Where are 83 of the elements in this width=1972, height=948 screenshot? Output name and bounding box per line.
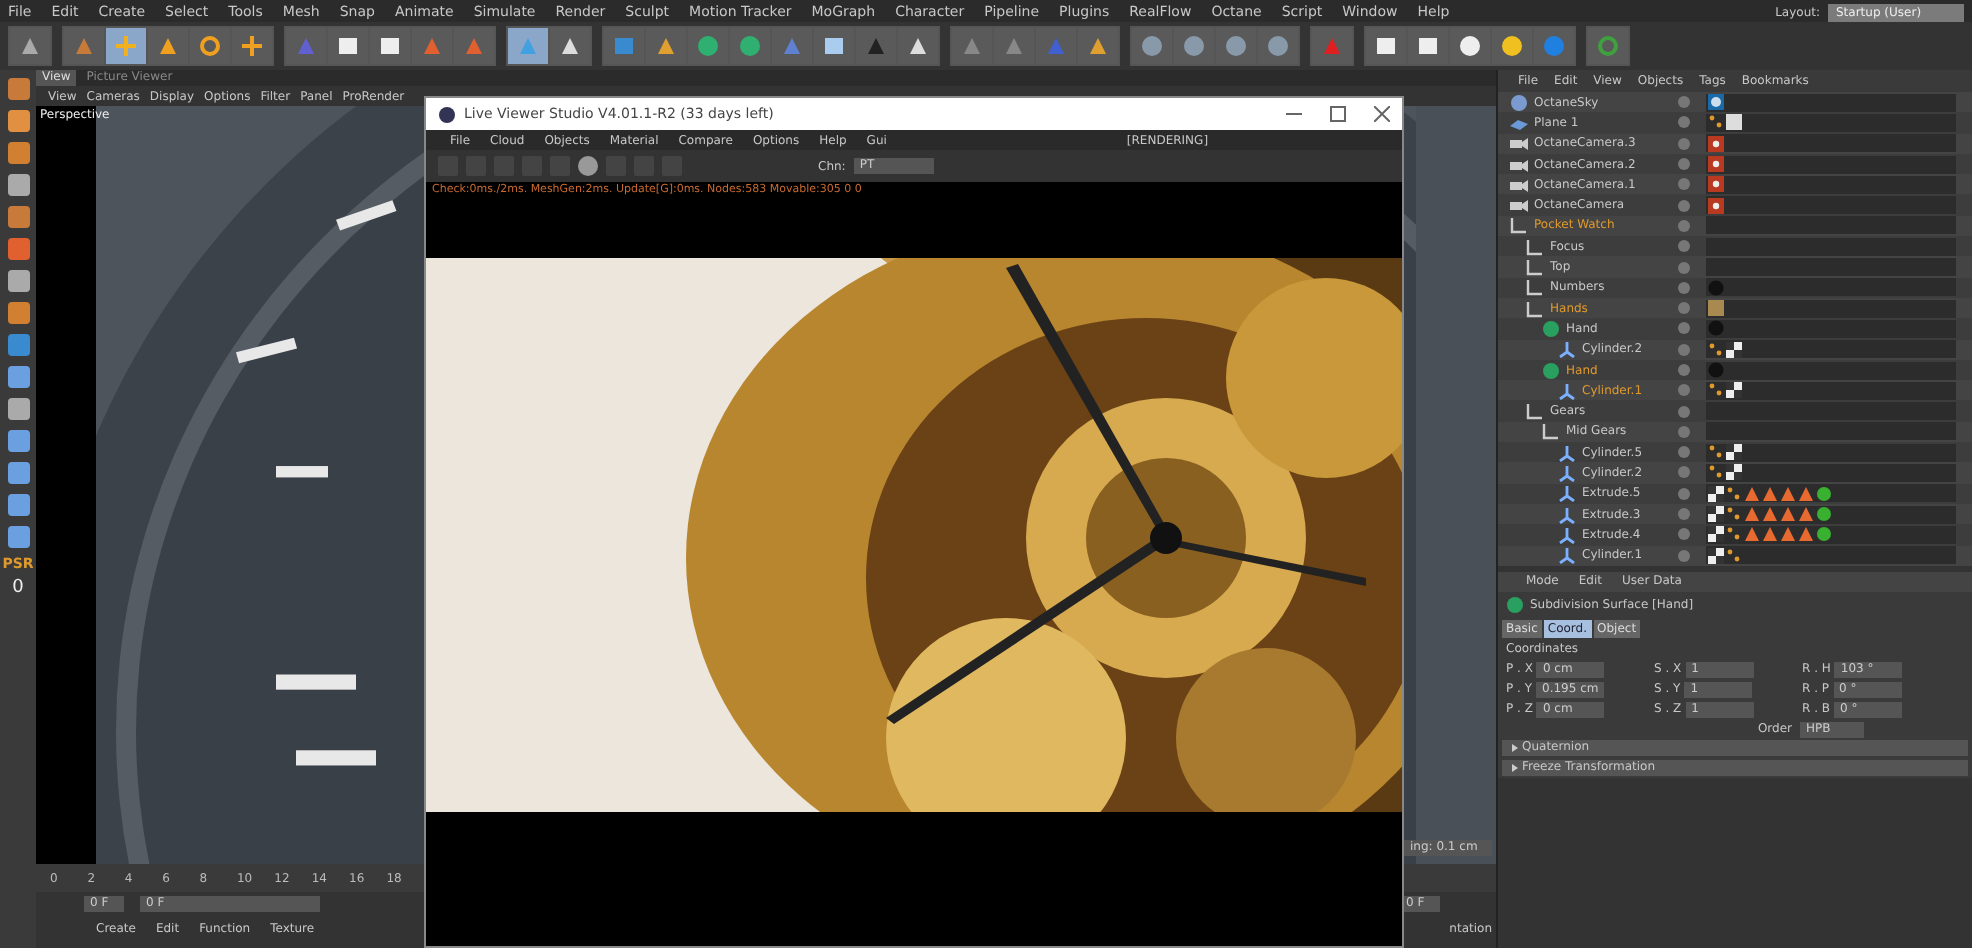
dots-tag-icon[interactable] <box>1726 526 1742 543</box>
tool-icon[interactable] <box>5 204 31 230</box>
checker-tag-icon[interactable] <box>1726 341 1742 358</box>
sphere-icon[interactable] <box>1182 34 1206 58</box>
box-icon[interactable] <box>1374 34 1398 58</box>
sphere-icon[interactable] <box>1140 34 1164 58</box>
checker-tag-icon[interactable] <box>1726 382 1742 399</box>
dots-tag-icon[interactable] <box>1726 506 1742 523</box>
collapsed-arrow-icon <box>1510 743 1518 752</box>
checker-tag-icon[interactable] <box>1708 506 1724 523</box>
checker-tag-icon[interactable] <box>1726 444 1742 461</box>
material-tag-icon[interactable] <box>1726 114 1742 131</box>
tool-icon[interactable] <box>5 332 31 358</box>
visibility-dot-icon[interactable] <box>1678 219 1690 232</box>
dots-tag-icon[interactable] <box>1708 464 1724 481</box>
tool-icon[interactable] <box>5 396 31 422</box>
visibility-dot-icon[interactable] <box>1678 446 1690 459</box>
visibility-dot-icon[interactable] <box>1678 384 1690 397</box>
visibility-dot-icon[interactable] <box>1678 240 1690 253</box>
camera-tag-icon[interactable] <box>1708 197 1724 214</box>
camera-tag-icon[interactable] <box>1708 176 1724 193</box>
axis-icon <box>1558 340 1576 359</box>
visibility-dot-icon[interactable] <box>1678 302 1690 315</box>
visibility-dot-icon[interactable] <box>1678 261 1690 274</box>
visibility-dot-icon[interactable] <box>1678 425 1690 438</box>
visibility-dot-icon[interactable] <box>1678 281 1690 294</box>
tool-icon[interactable] <box>5 108 31 134</box>
dots-tag-icon[interactable] <box>1708 114 1724 131</box>
axis-icon <box>1558 505 1576 524</box>
sphere-icon <box>1510 93 1528 112</box>
checker-tag-icon[interactable] <box>1726 464 1742 481</box>
visibility-dot-icon[interactable] <box>1678 528 1690 541</box>
visibility-dot-icon[interactable] <box>1678 364 1690 376</box>
dots-tag-icon[interactable] <box>1708 444 1724 461</box>
tool-icon[interactable] <box>5 460 31 486</box>
dots-tag-icon[interactable] <box>1726 485 1742 502</box>
visibility-dot-icon[interactable] <box>1678 158 1690 171</box>
tool-icon[interactable] <box>5 76 31 102</box>
tool-icon[interactable] <box>5 428 31 454</box>
visibility-dot-icon[interactable] <box>1678 137 1690 150</box>
axis-icon <box>1558 443 1576 462</box>
visibility-dot-icon[interactable] <box>1678 549 1690 562</box>
tool-icon[interactable] <box>5 364 31 390</box>
sphere-icon <box>1542 361 1560 379</box>
tool-icon[interactable] <box>5 268 31 294</box>
axis-icon <box>1558 546 1576 565</box>
visibility-dot-icon[interactable] <box>1678 178 1690 191</box>
sphere-icon[interactable] <box>1266 34 1290 58</box>
axis-icon <box>1558 525 1576 544</box>
visibility-dot-icon[interactable] <box>1678 405 1690 418</box>
dots-tag-icon[interactable] <box>1708 382 1724 399</box>
tool-icon[interactable] <box>5 236 31 262</box>
visibility-dot-icon[interactable] <box>1678 116 1690 129</box>
dots-tag-icon[interactable] <box>1726 547 1742 564</box>
dots-tag-icon[interactable] <box>1708 341 1724 358</box>
tool-icon[interactable] <box>5 300 31 326</box>
add-icon[interactable] <box>240 34 264 58</box>
visibility-dot-icon[interactable] <box>1678 487 1690 500</box>
visibility-dot-icon[interactable] <box>1678 199 1690 212</box>
sphere-icon[interactable] <box>1224 34 1248 58</box>
checker-tag-icon[interactable] <box>1708 485 1724 502</box>
checker-tag-icon[interactable] <box>1708 547 1724 564</box>
sphere-icon <box>1542 319 1560 338</box>
moon-tag-icon[interactable] <box>1708 94 1724 111</box>
visibility-dot-icon[interactable] <box>1678 322 1690 335</box>
visibility-dot-icon[interactable] <box>1678 508 1690 521</box>
axis-icon <box>1558 484 1576 503</box>
axis-icon <box>1558 381 1576 400</box>
box-icon[interactable] <box>1416 34 1440 58</box>
collapsed-arrow-icon <box>1510 763 1518 772</box>
sphere-icon <box>1506 595 1524 614</box>
camera-tag-icon[interactable] <box>1708 135 1724 152</box>
visibility-dot-icon[interactable] <box>1678 96 1690 109</box>
tool-icon[interactable] <box>5 524 31 550</box>
visibility-dot-icon[interactable] <box>1678 343 1690 356</box>
tool-icon[interactable] <box>5 140 31 166</box>
tool-icon[interactable] <box>5 492 31 518</box>
camera-tag-icon[interactable] <box>1708 156 1724 173</box>
checker-tag-icon[interactable] <box>1708 526 1724 543</box>
psr-value: 0 <box>12 578 24 598</box>
visibility-dot-icon[interactable] <box>1678 466 1690 479</box>
tool-icon[interactable] <box>5 172 31 198</box>
axis-icon <box>1558 463 1576 482</box>
